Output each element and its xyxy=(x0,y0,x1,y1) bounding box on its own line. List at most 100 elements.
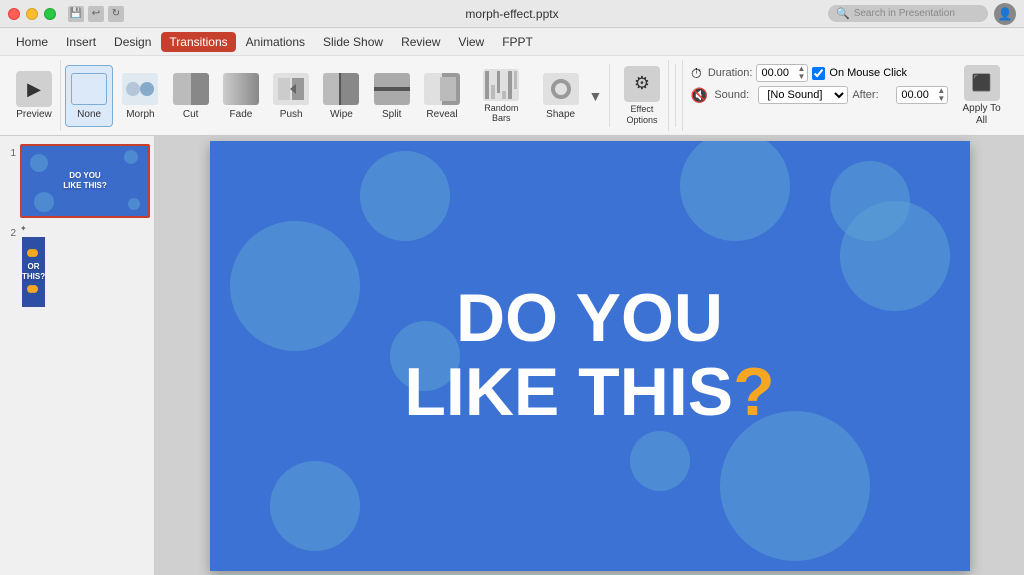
after-down[interactable]: ▼ xyxy=(937,95,945,103)
slide-text-line2: LIKE THIS? xyxy=(404,356,774,431)
on-mouse-click-check[interactable] xyxy=(812,67,825,80)
duration-label: Duration: xyxy=(708,67,753,79)
save-icon[interactable]: 💾 xyxy=(68,6,84,22)
menu-animations[interactable]: Animations xyxy=(238,32,313,52)
on-mouse-click-checkbox[interactable]: On Mouse Click xyxy=(812,67,907,80)
transition-wipe-icon xyxy=(323,71,359,107)
slide-thumb-row-1: 1 DO YOULIKE THIS? xyxy=(4,144,150,218)
duration-spin[interactable]: ▲ ▼ xyxy=(795,65,807,81)
after-spin[interactable]: ▲ ▼ xyxy=(935,87,947,103)
menu-fppt[interactable]: FPPT xyxy=(494,32,541,52)
slide-thumb-row-2: 2 ✦ ORTHIS? xyxy=(4,224,150,309)
preview-icon: ▶ xyxy=(16,71,52,107)
transition-push[interactable]: Push xyxy=(268,65,314,127)
transition-random-bars-icon xyxy=(483,69,519,101)
apply-to-all-label: Apply To All xyxy=(957,103,1006,127)
slide-canvas[interactable]: DO YOU LIKE THIS? xyxy=(210,141,970,571)
redo-icon[interactable]: ↻ xyxy=(108,6,124,22)
circle-7 xyxy=(270,461,360,551)
sound-row: 🔇 Sound: [No Sound] After: ▲ ▼ xyxy=(691,86,935,104)
transition-split[interactable]: Split xyxy=(369,65,415,127)
effect-options-icon: ⚙ xyxy=(624,66,660,102)
menu-design[interactable]: Design xyxy=(106,32,159,52)
search-placeholder: Search in Presentation xyxy=(854,8,955,19)
window-title: morph-effect.pptx xyxy=(465,7,558,21)
undo-icon[interactable]: ↩ xyxy=(88,6,104,22)
menu-insert[interactable]: Insert xyxy=(58,32,104,52)
transition-cut-icon xyxy=(173,71,209,107)
search-bar[interactable]: 🔍 Search in Presentation xyxy=(828,5,988,22)
circle-8 xyxy=(630,431,690,491)
slide-2-star: ✦ xyxy=(20,224,27,233)
transition-shape[interactable]: Shape xyxy=(538,65,584,127)
after-value[interactable] xyxy=(897,88,935,102)
apply-to-all-button[interactable]: ⬛ Apply To All xyxy=(947,60,1016,131)
title-bar-right: 🔍 Search in Presentation 👤 xyxy=(828,3,1016,25)
slide-1-text: DO YOULIKE THIS? xyxy=(63,171,107,190)
transition-morph[interactable]: Morph xyxy=(117,65,163,127)
close-button[interactable] xyxy=(8,8,20,20)
apply-all-icon: ⬛ xyxy=(964,65,1000,101)
menu-transitions[interactable]: Transitions xyxy=(161,32,235,52)
title-bar: 💾 ↩ ↻ morph-effect.pptx 🔍 Search in Pres… xyxy=(0,0,1024,28)
transition-reveal[interactable]: Reveal xyxy=(419,65,465,127)
menu-view[interactable]: View xyxy=(450,32,492,52)
duration-input[interactable]: ▲ ▼ xyxy=(756,64,808,82)
sound-icon: 🔇 xyxy=(691,87,708,104)
transition-morph-icon xyxy=(122,71,158,107)
duration-value[interactable] xyxy=(757,66,795,80)
transition-wipe[interactable]: Wipe xyxy=(318,65,364,127)
menu-home[interactable]: Home xyxy=(8,32,56,52)
transition-fade-icon xyxy=(223,71,259,107)
circle-1 xyxy=(230,221,360,351)
slide-thumb-1[interactable]: DO YOULIKE THIS? xyxy=(20,144,150,218)
transitions-more-arrow[interactable]: ▼ xyxy=(588,65,603,127)
main-area: 1 DO YOULIKE THIS? 2 ✦ xyxy=(0,136,1024,575)
after-label: After: xyxy=(852,89,892,101)
transition-random-bars[interactable]: Random Bars xyxy=(469,65,533,127)
menu-bar: Home Insert Design Transitions Animation… xyxy=(0,28,1024,56)
sound-select[interactable]: [No Sound] xyxy=(758,86,848,104)
ribbon-divider-1 xyxy=(609,64,610,127)
traffic-lights xyxy=(8,8,56,20)
after-input[interactable]: ▲ ▼ xyxy=(896,86,948,104)
slide-text-question-mark: ? xyxy=(733,355,775,431)
slide-thumb-2[interactable]: ORTHIS? xyxy=(20,235,47,309)
slide-2-text: ORTHIS? xyxy=(22,262,45,281)
transition-push-label: Push xyxy=(280,109,303,120)
slide-text-like-this: LIKE THIS xyxy=(404,355,733,431)
duration-down[interactable]: ▼ xyxy=(797,73,805,81)
slide-1-number: 1 xyxy=(4,144,16,159)
slide-2-number: 2 xyxy=(4,224,16,239)
slide-text-line1: DO YOU xyxy=(404,281,774,356)
on-mouse-click-label: On Mouse Click xyxy=(829,67,907,79)
slide-panel: 1 DO YOULIKE THIS? 2 ✦ xyxy=(0,136,155,575)
ribbon-divider-2 xyxy=(675,64,676,127)
preview-button[interactable]: ▶ Preview xyxy=(8,60,61,131)
effect-options-button[interactable]: ⚙ EffectOptions xyxy=(616,60,669,131)
user-avatar[interactable]: 👤 xyxy=(994,3,1016,25)
menu-review[interactable]: Review xyxy=(393,32,448,52)
circle-3 xyxy=(680,141,790,241)
transition-none-icon xyxy=(71,71,107,107)
circle-6 xyxy=(720,411,870,561)
transition-fade-label: Fade xyxy=(230,109,253,120)
transition-list: None Morph Cut xyxy=(65,60,603,131)
transition-cut[interactable]: Cut xyxy=(168,65,214,127)
transition-reveal-label: Reveal xyxy=(426,109,457,120)
transition-cut-label: Cut xyxy=(183,109,199,120)
slide-1-preview: DO YOULIKE THIS? xyxy=(22,146,148,216)
minimize-button[interactable] xyxy=(26,8,38,20)
transition-none[interactable]: None xyxy=(65,65,113,127)
slide-main-text: DO YOU LIKE THIS? xyxy=(404,281,774,431)
slide-2-col: ✦ ORTHIS? xyxy=(20,224,150,309)
preview-label: Preview xyxy=(16,109,52,120)
transition-fade[interactable]: Fade xyxy=(218,65,264,127)
maximize-button[interactable] xyxy=(44,8,56,20)
transition-morph-label: Morph xyxy=(126,109,154,120)
transition-push-icon xyxy=(273,71,309,107)
menu-slide-show[interactable]: Slide Show xyxy=(315,32,391,52)
duration-row: ⏱ Duration: ▲ ▼ On Mouse Click xyxy=(691,64,935,82)
sound-label: Sound: xyxy=(714,89,754,101)
transition-random-bars-label: Random Bars xyxy=(475,103,527,123)
